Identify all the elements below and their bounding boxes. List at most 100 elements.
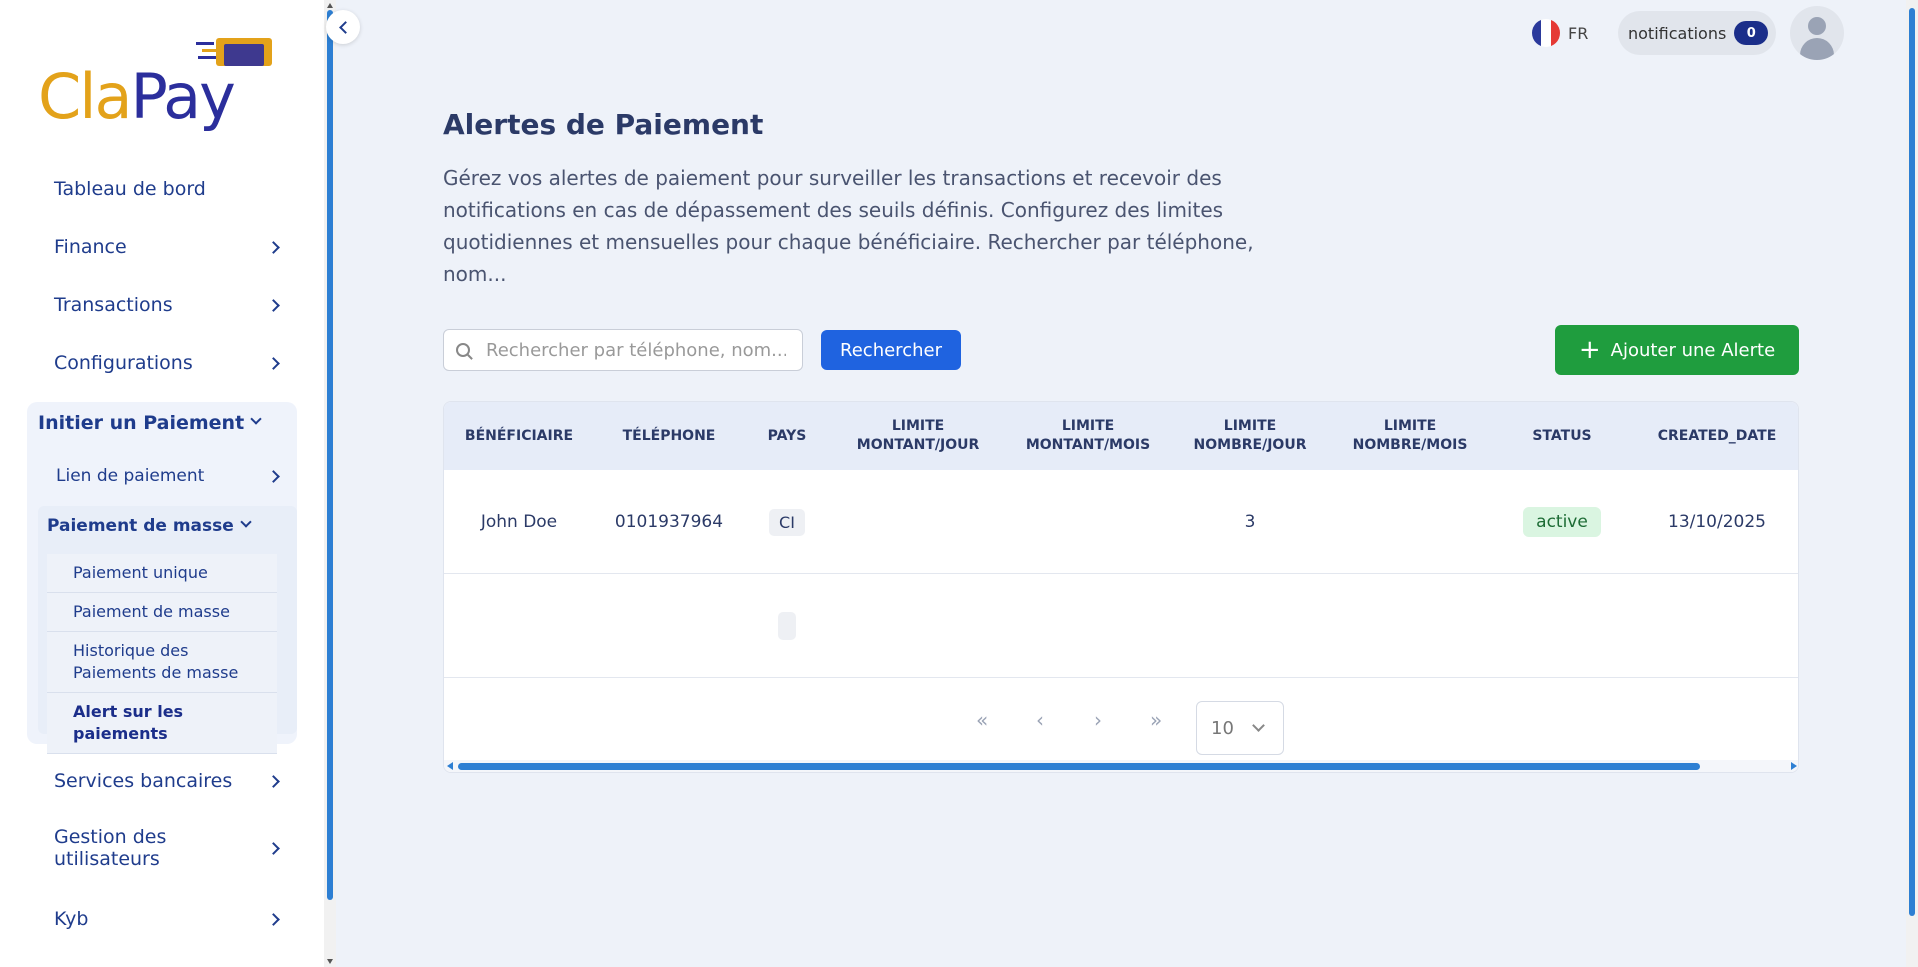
sidebar-item-dashboard[interactable]: Tableau de bord (54, 178, 284, 200)
sidebar-item-label: Paiement de masse (47, 516, 234, 536)
avatar-body (1800, 38, 1834, 60)
cell-limite-montant-jour (830, 470, 1006, 574)
table-horizontal-scrollbar[interactable] (444, 760, 1798, 772)
chevron-down-icon (250, 413, 262, 425)
sidebar-expanded-panel: Initier un Paiement Lien de paiement Pai… (27, 402, 297, 754)
search-icon (456, 343, 470, 357)
chevron-right-icon (267, 774, 280, 788)
sidebar-item-kyb[interactable]: Kyb (54, 908, 284, 930)
col-header-beneficiaire[interactable]: BÉNÉFICIAIRE (444, 402, 594, 470)
scroll-right-arrow-icon[interactable] (1791, 762, 1797, 770)
page-scroll-thumb[interactable] (1909, 8, 1915, 916)
country-badge-empty (778, 612, 796, 640)
sidebar-item-label: Services bancaires (54, 770, 233, 792)
collapse-sidebar-button[interactable] (326, 10, 360, 44)
chevron-down-icon (240, 516, 252, 528)
col-header-status[interactable]: STATUS (1490, 402, 1634, 470)
sidebar-item-label: Tableau de bord (54, 178, 206, 200)
table-row-empty (444, 574, 1798, 678)
col-header-created-date[interactable]: CREATED_DATE (1634, 402, 1798, 470)
page-size-select[interactable]: 10 (1196, 701, 1284, 755)
sidebar-item-label: Configurations (54, 352, 193, 374)
sidebar-item-initier-paiement[interactable]: Initier un Paiement (38, 412, 262, 434)
page-size-value: 10 (1211, 717, 1234, 739)
plus-icon: + (1578, 335, 1601, 365)
language-label: FR (1568, 23, 1589, 43)
cell-limite-nombre-jour: 3 (1244, 512, 1256, 532)
add-alert-label: Ajouter une Alerte (1610, 339, 1776, 361)
cell-created-date: 13/10/2025 (1668, 512, 1766, 532)
search-input[interactable] (486, 339, 786, 361)
country-badge: CI (769, 508, 805, 536)
chevron-right-icon (267, 912, 280, 926)
cell-limite-montant-mois (1006, 470, 1170, 574)
scroll-left-arrow-icon[interactable] (447, 762, 453, 770)
cell-beneficiaire: John Doe (480, 512, 558, 532)
page-scrollbar[interactable] (1906, 0, 1918, 967)
cell-limite-nombre-mois (1330, 470, 1490, 574)
scroll-up-arrow-icon[interactable] (327, 3, 333, 8)
last-page-icon[interactable]: » (1150, 708, 1162, 732)
col-header-limite-nombre-mois[interactable]: LIMITE NOMBRE/MOIS (1330, 402, 1490, 470)
sidebar-item-finance[interactable]: Finance (54, 236, 284, 258)
sidebar: ClaPay Tableau de bord Finance Transacti… (0, 0, 324, 967)
sidebar-leaf-paiement-unique[interactable]: Paiement unique (47, 554, 277, 593)
notifications-label: notifications (1628, 23, 1727, 43)
sidebar-item-label: Kyb (54, 908, 89, 930)
notifications-count-badge: 0 (1734, 21, 1769, 45)
col-header-limite-montant-mois[interactable]: LIMITE MONTANT/MOIS (1006, 402, 1170, 470)
table-scroll-thumb[interactable] (458, 763, 1700, 770)
chevron-left-icon (338, 20, 352, 34)
sidebar-item-transactions[interactable]: Transactions (54, 294, 284, 316)
logo-text-pay: Pay (130, 60, 236, 133)
chevron-down-icon (1252, 718, 1265, 732)
search-button[interactable]: Rechercher (821, 330, 961, 370)
col-header-pays[interactable]: PAYS (744, 402, 830, 470)
cell-pays: CI (744, 470, 830, 574)
scroll-down-arrow-icon[interactable] (327, 959, 333, 964)
logo-text-cla: Cla (38, 60, 133, 133)
sidebar-item-services-bancaires[interactable]: Services bancaires (54, 770, 284, 792)
sidebar-item-label: Transactions (54, 294, 173, 316)
sidebar-item-gestion-utilisateurs[interactable]: Gestion des utilisateurs (54, 826, 284, 870)
sidebar-item-lien-paiement[interactable]: Lien de paiement (56, 466, 284, 486)
sidebar-item-label: Lien de paiement (56, 466, 205, 486)
col-header-telephone[interactable]: TÉLÉPHONE (594, 402, 744, 470)
sidebar-item-label: Initier un Paiement (38, 412, 245, 434)
sidebar-leaf-alert-paiements[interactable]: Alert sur les paiements (47, 693, 277, 754)
first-page-icon[interactable]: « (976, 708, 988, 732)
sidebar-subgroup: Paiement de masse Paiement unique Paieme… (38, 506, 297, 754)
cell-pays-empty (744, 574, 830, 678)
sidebar-item-paiement-de-masse-group[interactable]: Paiement de masse (47, 516, 252, 536)
logo-wordmark: ClaPay (38, 66, 236, 128)
sidebar-item-configurations[interactable]: Configurations (54, 352, 284, 374)
pagination: « ‹ › » 10 (444, 690, 1798, 762)
user-avatar[interactable] (1790, 6, 1844, 60)
sidebar-scrollbar[interactable] (324, 0, 336, 967)
add-alert-button[interactable]: + Ajouter une Alerte (1555, 325, 1799, 375)
language-selector[interactable]: FR (1532, 19, 1588, 47)
sidebar-scroll-thumb[interactable] (327, 10, 333, 900)
sidebar-item-label: Finance (54, 236, 127, 258)
clapay-logo[interactable]: ClaPay (38, 36, 272, 136)
col-header-limite-nombre-jour[interactable]: LIMITE NOMBRE/JOUR (1170, 402, 1330, 470)
chevron-right-icon (267, 356, 280, 370)
avatar-head (1808, 17, 1826, 35)
france-flag-icon (1532, 19, 1560, 47)
sidebar-leaf-historique[interactable]: Historique des Paiements de masse (47, 632, 277, 693)
alerts-table: BÉNÉFICIAIRE TÉLÉPHONE PAYS LIMITE MONTA… (443, 401, 1799, 773)
next-page-icon[interactable]: › (1094, 708, 1102, 732)
notifications-button[interactable]: notifications 0 (1618, 11, 1776, 55)
table-row[interactable]: John Doe 0101937964 CI 3 active 13/10/20… (444, 470, 1798, 574)
sidebar-leaf-paiement-de-masse[interactable]: Paiement de masse (47, 593, 277, 632)
cell-status: active (1490, 470, 1634, 574)
chevron-right-icon (267, 298, 280, 312)
prev-page-icon[interactable]: ‹ (1036, 708, 1044, 732)
sidebar-item-label: Gestion des utilisateurs (54, 826, 167, 870)
cell-telephone: 0101937964 (614, 512, 724, 532)
search-field[interactable] (443, 329, 803, 371)
col-header-limite-montant-jour[interactable]: LIMITE MONTANT/JOUR (830, 402, 1006, 470)
chevron-right-icon (267, 240, 280, 254)
table-header: BÉNÉFICIAIRE TÉLÉPHONE PAYS LIMITE MONTA… (444, 402, 1798, 470)
page-description: Gérez vos alertes de paiement pour surve… (443, 166, 1254, 286)
